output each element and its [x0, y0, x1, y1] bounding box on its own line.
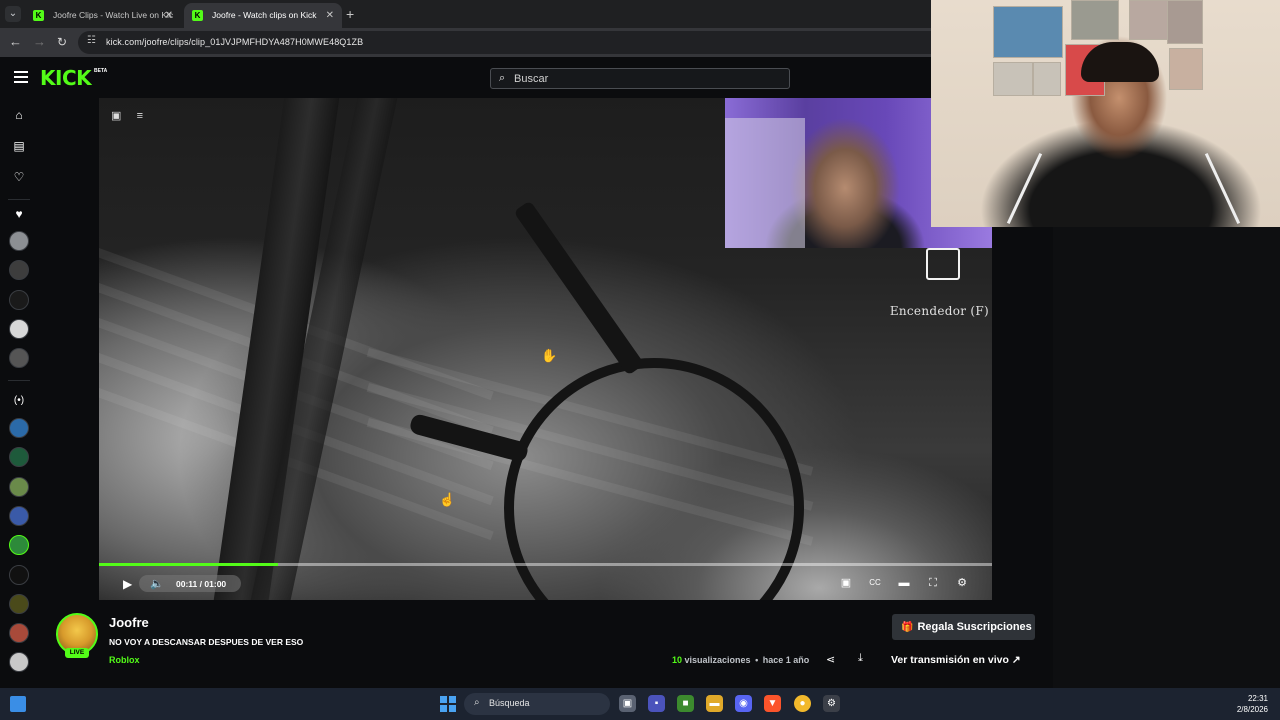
recommended-channel-avatar[interactable] [9, 506, 29, 526]
video-player[interactable]: ▣ ≡ Encendedor (F) ✋ ☝ ▶ 🔈 00:11 / 01:00… [99, 98, 992, 600]
theater-mode-icon[interactable]: ▬ [897, 576, 911, 590]
close-tab-icon[interactable]: ✕ [326, 3, 334, 28]
windows-taskbar: ⌕ Búsqueda ▣ ▪ ■ ▬ ◉ ▼ ● ⚙ 22:31 2/8/202… [0, 688, 1280, 720]
task-view-icon[interactable]: ▣ [619, 695, 636, 712]
channel-name[interactable]: Joofre [109, 615, 149, 630]
creator-facecam-overlay [931, 0, 1280, 227]
clip-title: NO VOY A DESCANSAR DESPUES DE VER ESO [109, 637, 304, 647]
player-controls: ▶ 🔈 00:11 / 01:00 ▣ CC ▬ ⛶ ⚙ [99, 568, 992, 600]
gift-subs-button[interactable]: 🎁 Regala Suscripciones [892, 614, 1035, 640]
followed-channel-avatar[interactable] [9, 231, 29, 251]
url-text: kick.com/joofre/clips/clip_01JVJPMFHDYA4… [106, 37, 364, 47]
forward-arrow-icon[interactable]: → [33, 34, 46, 50]
reload-icon[interactable]: ↻ [57, 34, 67, 50]
player-gutter-right [992, 227, 1053, 600]
gift-icon: 🎁 [901, 622, 914, 633]
miniplayer-icon[interactable]: ▣ [839, 576, 853, 590]
recommended-channel-avatar[interactable] [9, 535, 29, 555]
recommended-channel-avatar[interactable] [9, 477, 29, 497]
recommended-channel-avatar[interactable] [9, 652, 29, 672]
share-icon[interactable]: ⋖ [826, 653, 835, 666]
captions-icon[interactable]: CC [868, 576, 882, 590]
browser-tab-clips[interactable]: K Joofre Clips - Watch Live on Kic ✕ [25, 3, 181, 28]
game-overlay-icons: ▣ ≡ [111, 110, 144, 122]
tab-search-button[interactable]: ⌄ [5, 6, 21, 22]
play-icon[interactable]: ▶ [123, 577, 132, 591]
recommended-channel-avatar[interactable] [9, 418, 29, 438]
widgets-icon[interactable] [10, 696, 26, 712]
settings-icon[interactable]: ⚙ [955, 576, 969, 590]
menu-icon[interactable] [14, 71, 28, 83]
download-icon[interactable]: ⤓ [858, 652, 863, 665]
time-display: 00:11 / 01:00 [176, 579, 227, 589]
following-icon[interactable]: ♡ [11, 169, 27, 185]
file-explorer-icon[interactable]: ▬ [706, 695, 723, 712]
discord-icon[interactable]: ◉ [735, 695, 752, 712]
chrome-icon[interactable]: ● [794, 695, 811, 712]
browse-icon[interactable]: ▤ [11, 138, 27, 154]
site-info-icon[interactable]: ☷ [87, 35, 96, 46]
address-bar[interactable]: ☷ kick.com/joofre/clips/clip_01JVJPMFHDY… [78, 31, 978, 54]
kick-header: KICK BETA ⌕ [0, 57, 931, 98]
tab-title: Joofre Clips - Watch Live on Kic [53, 10, 174, 20]
clip-info: LIVE Joofre NO VOY A DESCANSAR DESPUES D… [38, 600, 1053, 688]
external-link-icon: ↗ [1011, 654, 1021, 666]
browser-tab-joofre[interactable]: K Joofre - Watch clips on Kick ✕ [184, 3, 342, 28]
search-icon: ⌕ [499, 72, 506, 84]
followed-channel-avatar[interactable] [9, 290, 29, 310]
mouse-pointer-icon: ☝ [439, 492, 456, 507]
new-tab-button[interactable]: + [346, 6, 354, 22]
steam-icon[interactable]: ⚙ [823, 695, 840, 712]
followed-channel-avatar[interactable] [9, 348, 29, 368]
clip-stats: 10 visualizaciones • hace 1 año [672, 655, 810, 665]
close-tab-icon[interactable]: ✕ [165, 3, 173, 28]
back-arrow-icon[interactable]: ← [9, 34, 22, 50]
minecraft-icon[interactable]: ■ [677, 695, 694, 712]
live-broadcast-icon: (•) [13, 395, 25, 406]
followed-heart-icon: ♥ [15, 207, 23, 221]
search-box[interactable]: ⌕ [490, 68, 790, 89]
recommended-channel-avatar[interactable] [9, 565, 29, 585]
volume-icon[interactable]: 🔈 [150, 577, 164, 590]
fullscreen-icon[interactable]: ⛶ [926, 576, 940, 590]
tab-title: Joofre - Watch clips on Kick [212, 10, 317, 20]
search-icon: ⌕ [474, 697, 480, 708]
kick-favicon-icon: K [192, 10, 203, 21]
start-button[interactable] [440, 696, 456, 712]
system-clock[interactable]: 22:31 2/8/2026 [1237, 693, 1268, 715]
progress-bar[interactable] [99, 563, 992, 566]
home-icon[interactable]: ⌂ [11, 107, 27, 123]
progress-fill [99, 563, 278, 566]
brave-icon[interactable]: ▼ [764, 695, 781, 712]
followed-channel-avatar[interactable] [9, 260, 29, 280]
kick-logo[interactable]: KICK [40, 66, 92, 90]
kick-favicon-icon: K [33, 10, 44, 21]
taskbar-search[interactable]: ⌕ Búsqueda [464, 693, 610, 715]
search-input[interactable] [514, 71, 774, 87]
beta-badge: BETA [94, 68, 108, 74]
live-badge: LIVE [65, 648, 89, 658]
recommended-channel-avatar[interactable] [9, 623, 29, 643]
page-background [1053, 227, 1280, 688]
game-cursor-icon: ✋ [541, 348, 558, 363]
game-hint-text: Encendedor (F) [889, 304, 989, 318]
teams-icon[interactable]: ▪ [648, 695, 665, 712]
category-link[interactable]: Roblox [109, 655, 140, 665]
recommended-channel-avatar[interactable] [9, 594, 29, 614]
recommended-channel-avatar[interactable] [9, 447, 29, 467]
followed-channel-avatar[interactable] [9, 319, 29, 339]
left-sidebar: ⌂ ▤ ♡ ♥ (•) [0, 98, 38, 688]
watch-live-button[interactable]: Ver transmisión en vivo ↗ [885, 648, 1035, 672]
inventory-slot [926, 248, 960, 280]
player-gutter-left [38, 98, 99, 600]
